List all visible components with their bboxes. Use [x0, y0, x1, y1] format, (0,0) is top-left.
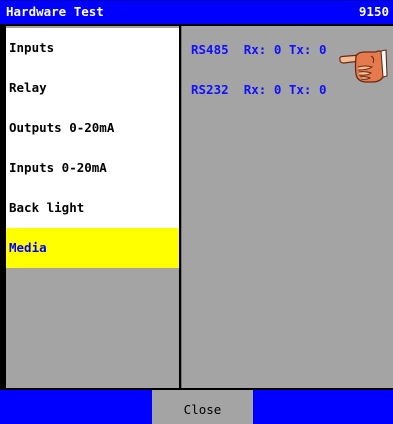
title-bar: Hardware Test 9150 [0, 0, 393, 24]
window-title: Hardware Test [6, 4, 104, 19]
test-menu: Inputs Relay Outputs 0-20mA Inputs 0-20m… [6, 26, 179, 388]
menu-item-label: Inputs [9, 40, 55, 55]
rx-value: 0 [273, 42, 282, 57]
tx-label: Tx: [288, 82, 312, 97]
menu-item-label: Back light [9, 200, 85, 215]
hardware-test-screen: Hardware Test 9150 Inputs Relay Outputs … [0, 0, 393, 424]
bottom-bar: Close [0, 390, 393, 424]
menu-item-inputs[interactable]: Inputs [6, 28, 179, 68]
media-panel: RS485 Rx: 0 Tx: 0 RS232 Rx: 0 Tx: 0 [181, 26, 393, 388]
menu-item-label: Media [9, 240, 47, 255]
menu-item-inputs-0-20ma[interactable]: Inputs 0-20mA [6, 148, 179, 188]
menu-item-back-light[interactable]: Back light [6, 188, 179, 228]
rx-label: Rx: [243, 42, 267, 57]
tx-value: 0 [318, 82, 327, 97]
menu-item-media[interactable]: Media [6, 228, 179, 268]
rx-value: 0 [273, 82, 282, 97]
pointing-hand-icon [339, 49, 388, 83]
menu-item-outputs-0-20ma[interactable]: Outputs 0-20mA [6, 108, 179, 148]
menu-item-relay[interactable]: Relay [6, 68, 179, 108]
close-button[interactable]: Close [152, 390, 253, 424]
menu-item-label: Outputs 0-20mA [9, 120, 115, 135]
window-code: 9150 [358, 4, 389, 19]
port-row-rs232: RS232 Rx: 0 Tx: 0 [191, 82, 327, 97]
port-row-rs485: RS485 Rx: 0 Tx: 0 [191, 42, 327, 57]
port-name: RS232 [191, 82, 229, 97]
menu-item-label: Relay [9, 80, 47, 95]
tx-value: 0 [318, 42, 327, 57]
menu-item-label: Inputs 0-20mA [9, 160, 107, 175]
tx-label: Tx: [288, 42, 312, 57]
rx-label: Rx: [243, 82, 267, 97]
port-name: RS485 [191, 42, 229, 57]
